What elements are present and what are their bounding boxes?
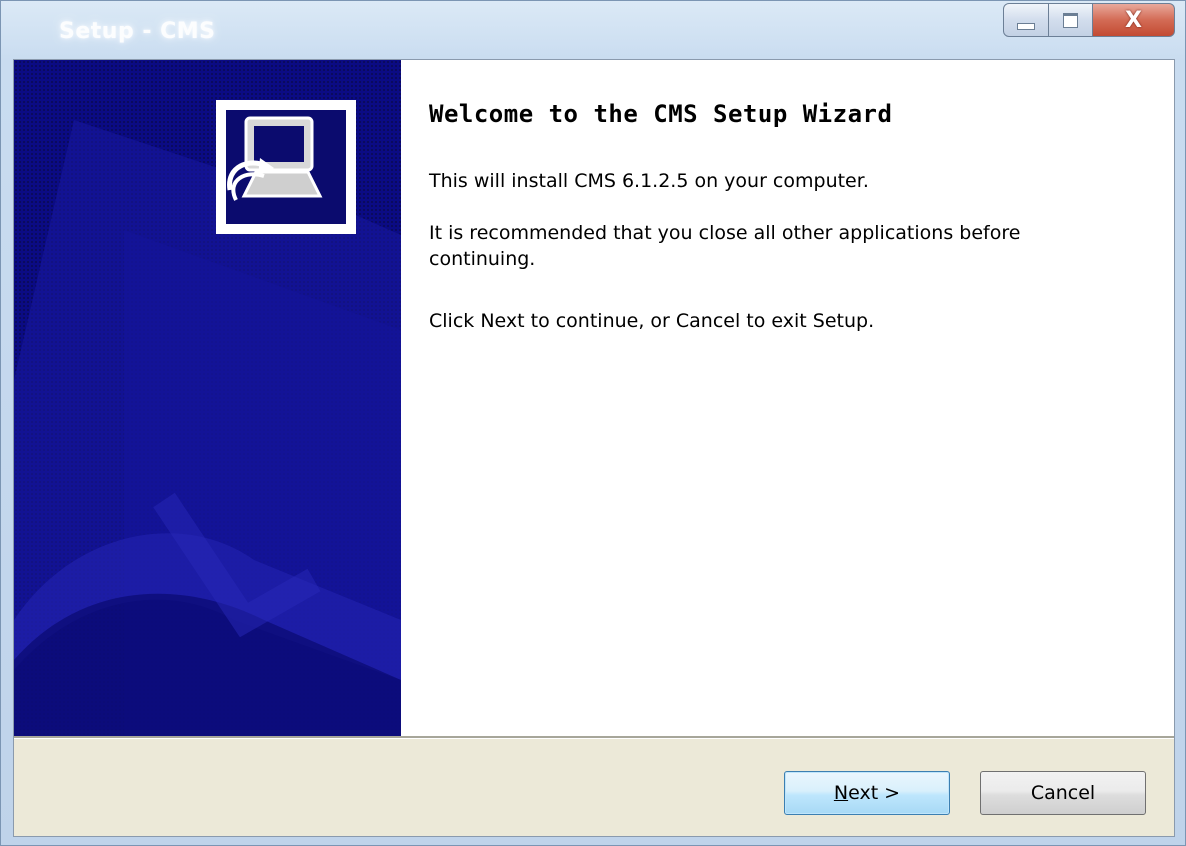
install-text: This will install CMS 6.1.2.5 on your co… [429, 170, 869, 192]
next-label: ext > [848, 782, 901, 804]
cancel-button[interactable]: Cancel [980, 771, 1146, 815]
maximize-icon [1063, 12, 1078, 28]
recommend-text: It is recommended that you close all oth… [429, 222, 1021, 270]
maximize-button[interactable] [1049, 3, 1093, 37]
instruction-text: Click Next to continue, or Cancel to exi… [429, 310, 875, 332]
window-title: Setup - CMS [59, 19, 216, 44]
wizard-body: Welcome to the CMS Setup Wizard This wil… [13, 59, 1175, 837]
minimize-button[interactable] [1003, 3, 1049, 37]
next-button[interactable]: Next > [784, 771, 950, 815]
title-bar[interactable]: Setup - CMS X [1, 1, 1185, 57]
setup-window: Setup - CMS X Welcome to the CMS Setup W… [0, 0, 1186, 846]
window-controls: X [1003, 3, 1175, 41]
button-bar: Next > Cancel [14, 739, 1174, 836]
setup-logo [216, 100, 356, 234]
minimize-icon [1017, 22, 1035, 30]
page-title: Welcome to the CMS Setup Wizard [429, 100, 893, 128]
welcome-content: Welcome to the CMS Setup Wizard This wil… [401, 60, 1174, 736]
wizard-side-image [14, 60, 401, 736]
next-mnemonic: N [833, 782, 849, 804]
computer-install-icon [226, 110, 346, 224]
close-icon: X [1125, 7, 1142, 33]
close-button[interactable]: X [1093, 3, 1175, 37]
